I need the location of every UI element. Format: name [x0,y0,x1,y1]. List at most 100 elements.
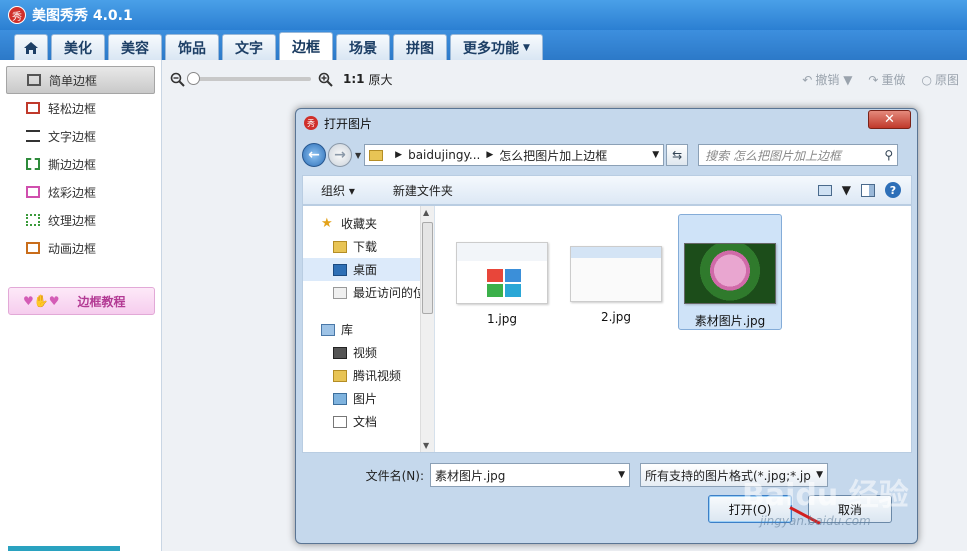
breadcrumb-chevron-icon[interactable]: ▶ [486,150,493,160]
tab-collage[interactable]: 拼图 [393,34,447,60]
breadcrumb-item[interactable]: baidujingy... [408,148,480,162]
zoom-out-icon[interactable] [169,71,185,87]
hands-heart-icon: ♥✋♥ [23,294,60,308]
dialog-logo-icon: 秀 [304,116,318,130]
filename-input[interactable]: 素材图片.jpg ▼ [430,463,630,487]
sidebar-item-texture-frame[interactable]: 纹理边框 [6,206,155,234]
view-dropdown-icon[interactable]: ▼ [842,183,851,197]
nav-tencent-video[interactable]: 腾讯视频 [303,364,434,387]
main-tabbar: 美化 美容 饰品 文字 边框 场景 拼图 更多功能 ▼ [0,30,967,60]
help-icon[interactable]: ? [885,182,901,198]
preview-pane-icon[interactable] [861,183,875,197]
files-pane: 1.jpg 2.jpg 素材图片.jpg [436,206,911,452]
address-bar[interactable]: ▶ baidujingy... ▶ 怎么把图片加上边框 ▼ [364,144,665,166]
home-icon [24,41,38,54]
frame-tutorial-label: 边框教程 [77,294,126,309]
scroll-down-icon[interactable]: ▼ [423,441,429,450]
undo-dropdown-icon[interactable]: ▼ [843,73,852,87]
forward-button[interactable]: → [328,143,352,167]
nav-videos[interactable]: 视频 [303,341,434,364]
sidebar-item-text-frame[interactable]: 文字边框 [6,122,155,150]
sidebar-item-label: 炫彩边框 [48,185,97,200]
dialog-titlebar: 秀 打开图片 [296,109,917,137]
filename-dropdown-icon[interactable]: ▼ [618,470,625,480]
address-dropdown-icon[interactable]: ▼ [652,150,659,160]
nav-pictures[interactable]: 图片 [303,387,434,410]
search-icon[interactable]: ⚲ [884,148,893,162]
watermark-url: jingyan.baidu.com [760,514,871,528]
sidebar-item-simple-frame[interactable]: 简单边框 [6,66,155,94]
recent-locations-dropdown[interactable]: ▼ [355,151,361,160]
organize-label: 组织 [321,183,346,198]
file-item[interactable]: 1.jpg [450,214,554,330]
tab-home[interactable] [14,34,48,60]
tab-face[interactable]: 美容 [108,34,162,60]
breadcrumb-chevron-icon[interactable]: ▶ [395,150,402,160]
forward-arrow-icon: → [334,147,346,163]
app-title: 美图秀秀 4.0.1 [32,8,133,24]
refresh-button[interactable]: ⇆ [666,144,689,166]
breadcrumb-item[interactable]: 怎么把图片加上边框 [499,147,607,164]
nav-recent-places[interactable]: 最近访问的位 [303,281,434,304]
original-button[interactable]: ○ 原图 [922,71,960,88]
nav-libraries[interactable]: 库 [303,318,434,341]
sidebar-item-label: 文字边框 [48,129,97,144]
frame-tutorial-button[interactable]: ♥✋♥ 边框教程 [8,287,155,315]
sidebar-item-torn-frame[interactable]: 撕边边框 [6,150,155,178]
redo-label: 重做 [881,73,906,87]
command-bar: 组织 ▾ 新建文件夹 ▼ ? [302,175,912,205]
zoom-slider-handle[interactable] [187,72,200,85]
sidebar-item-label: 动画边框 [48,241,97,256]
tab-frames[interactable]: 边框 [279,32,333,60]
sidebar-item-colorful-frame[interactable]: 炫彩边框 [6,178,155,206]
caret-down-icon: ▼ [523,42,530,53]
sidebar-item-animated-frame[interactable]: 动画边框 [6,234,155,262]
colorful-frame-icon [26,186,40,198]
undo-button[interactable]: ↶ 撤销 ▼ [802,71,852,88]
zoom-in-icon[interactable] [317,71,333,87]
tab-text[interactable]: 文字 [222,34,276,60]
thumb-tile [487,284,503,297]
tab-accessories[interactable]: 饰品 [165,34,219,60]
search-placeholder: 搜索 怎么把图片加上边框 [705,148,841,163]
scrollbar-thumb[interactable] [422,222,433,314]
undo-label: 撤销 [815,73,840,87]
watermark: Baidu 经验 [742,478,909,513]
tab-beautify[interactable]: 美化 [51,34,105,60]
zoom-slider[interactable] [187,72,311,85]
actual-size-label[interactable]: 原大 [369,71,393,88]
organize-menu[interactable]: 组织 ▾ [321,182,355,199]
change-view-icon[interactable] [817,184,832,196]
dialog-close-button[interactable]: ✕ [868,110,911,129]
video-icon [333,346,347,359]
refresh-icon: ⇆ [672,148,683,162]
redo-button[interactable]: ↷ 重做 [868,71,905,88]
caret-down-icon: ▾ [348,183,355,198]
search-input[interactable]: 搜索 怎么把图片加上边框 ⚲ [698,144,899,166]
canvas-toolbar: 1:1 原大 ↶ 撤销 ▼ ↷ 重做 ○ 原图 [163,60,967,98]
file-name: 1.jpg [486,312,518,326]
sidebar-item-label: 简单边框 [49,73,98,88]
thumb-tile [505,269,521,282]
actual-size-button[interactable]: 1:1 [343,72,365,86]
back-button[interactable]: ← [302,143,326,167]
nav-favorites[interactable]: ★ 收藏夹 [303,212,434,235]
torn-frame-icon [26,158,40,170]
nav-pane-scrollbar[interactable]: ▲ ▼ [420,206,434,452]
scroll-up-icon[interactable]: ▲ [423,208,429,217]
nav-downloads[interactable]: 下载 [303,235,434,258]
tab-more-functions[interactable]: 更多功能 ▼ [450,34,543,60]
history-controls: ↶ 撤销 ▼ ↷ 重做 ○ 原图 [802,71,959,88]
file-item[interactable]: 2.jpg [564,214,668,330]
nav-label: 腾讯视频 [353,369,402,383]
original-icon: ○ [921,73,932,87]
tab-scenes[interactable]: 场景 [336,34,390,60]
file-item-selected[interactable]: 素材图片.jpg [678,214,782,330]
new-folder-button[interactable]: 新建文件夹 [393,182,453,199]
nav-desktop[interactable]: 桌面 [303,258,434,281]
command-bar-right: ▼ ? [817,182,911,198]
sidebar-item-label: 轻松边框 [48,101,97,116]
document-icon [333,415,347,428]
sidebar-item-easy-frame[interactable]: 轻松边框 [6,94,155,122]
nav-documents[interactable]: 文档 [303,410,434,433]
